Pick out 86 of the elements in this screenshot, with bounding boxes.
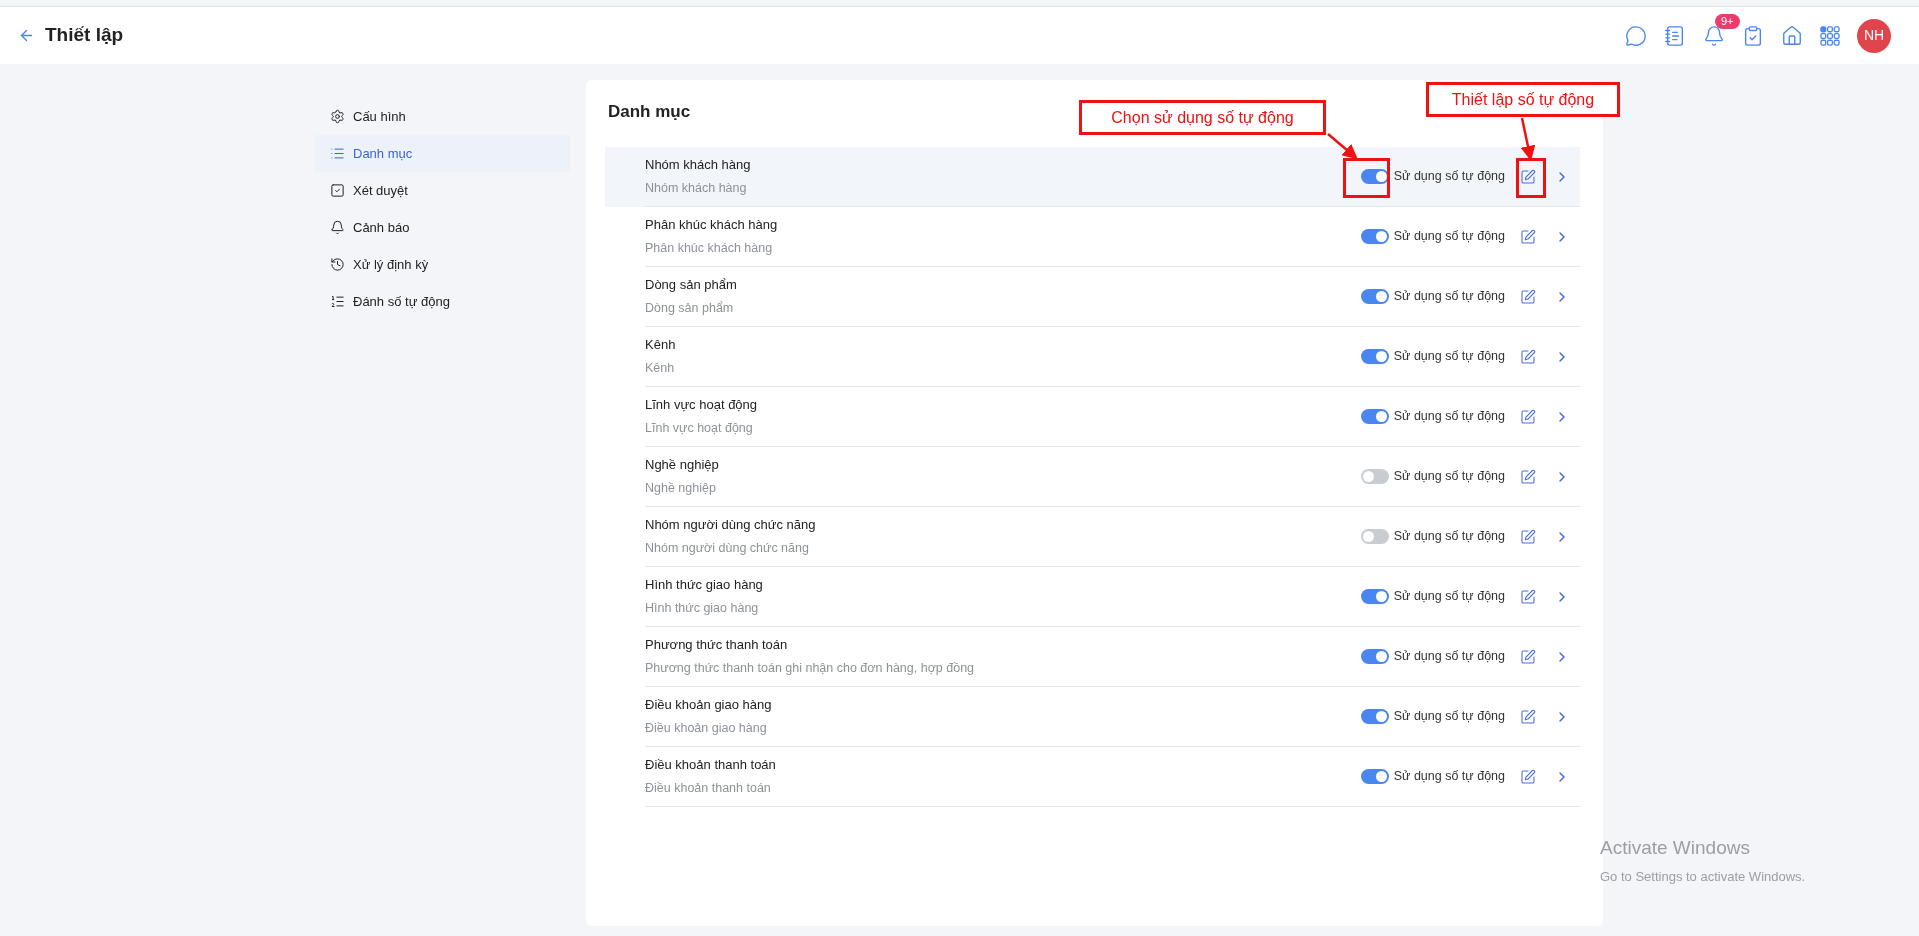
settings-icon [330, 109, 345, 124]
edit-icon[interactable] [1520, 528, 1536, 545]
row-subtitle: Kênh [645, 360, 676, 378]
toggle-label: Sử dụng số tự động [1393, 168, 1505, 186]
row-title: Điều khoản giao hàng [645, 695, 772, 714]
highlight-frame [1516, 158, 1546, 198]
notification-badge: 9+ [1715, 13, 1740, 29]
activation-title: Activate Windows [1600, 836, 1751, 860]
callout-label: Thiết lập số tự động [1426, 82, 1620, 117]
numbered-list-icon [330, 294, 345, 309]
toggle-label: Sử dụng số tự động [1393, 588, 1505, 606]
edit-icon[interactable] [1520, 588, 1536, 605]
toggle-label: Sử dụng số tự động [1393, 408, 1505, 426]
callout-arrow [1327, 133, 1358, 160]
toggle-switch[interactable] [1360, 469, 1389, 484]
edit-icon[interactable] [1520, 708, 1536, 725]
toggle-switch[interactable] [1360, 289, 1389, 304]
bell-icon [330, 220, 345, 235]
sidebar-item[interactable]: Xử lý định kỳ [315, 246, 570, 283]
toggle-switch[interactable] [1360, 409, 1389, 424]
apps-grid-icon[interactable] [1820, 25, 1840, 46]
callout-label: Chọn sử dụng số tự động [1079, 100, 1326, 135]
section-title: Danh mục [608, 101, 691, 123]
row-subtitle: Nghề nghiệp [645, 480, 717, 498]
sidebar-item[interactable]: Danh mục [315, 135, 570, 172]
row-title: Nhóm khách hàng [645, 155, 751, 174]
bell-icon[interactable] [1703, 24, 1725, 47]
edit-icon[interactable] [1520, 288, 1536, 305]
edit-icon[interactable] [1520, 768, 1536, 785]
row-title: Nhóm người dùng chức năng [645, 515, 816, 534]
row-subtitle: Phương thức thanh toán ghi nhận cho đơn hàng, hợp đồng [645, 660, 975, 678]
row-subtitle: Nhóm người dùng chức năng [645, 540, 810, 558]
toggle-switch[interactable] [1360, 229, 1389, 244]
callout-arrow [1520, 117, 1536, 161]
toggle-switch[interactable] [1360, 649, 1389, 664]
toggle-label: Sử dụng số tự động [1393, 468, 1505, 486]
history-icon [330, 257, 345, 272]
edit-icon[interactable] [1520, 168, 1536, 185]
chat-icon[interactable] [1625, 24, 1647, 47]
home-icon[interactable] [1781, 24, 1803, 47]
user-avatar[interactable]: NH [1857, 18, 1891, 53]
row-subtitle: Hình thức giao hàng [645, 600, 760, 618]
edit-icon[interactable] [1520, 348, 1536, 365]
activation-message: Go to Settings to activate Windows. [1600, 867, 1806, 886]
row-title: Phân khúc khách hàng [645, 215, 778, 234]
edit-icon[interactable] [1520, 648, 1536, 665]
notebook-icon[interactable] [1664, 24, 1686, 47]
sidebar-item[interactable]: Đánh số tự động [315, 283, 570, 320]
toggle-label: Sử dụng số tự động [1393, 288, 1505, 306]
toggle-switch[interactable] [1360, 169, 1389, 184]
row-title: Nghề nghiệp [645, 455, 719, 474]
highlight-frame [1343, 158, 1390, 198]
row-title: Điều khoản thanh toán [645, 755, 776, 774]
toggle-label: Sử dụng số tự động [1393, 528, 1505, 546]
page-title: Thiết lập [45, 23, 124, 48]
sidebar-item[interactable]: Cảnh báo [315, 209, 570, 246]
edit-icon[interactable] [1520, 228, 1536, 245]
row-subtitle: Dòng sản phẩm [645, 300, 735, 318]
toggle-label: Sử dụng số tự động [1393, 648, 1505, 666]
row-subtitle: Phân khúc khách hàng [645, 240, 774, 258]
clipboard-check-icon[interactable] [1742, 24, 1764, 47]
sidebar-item[interactable]: Cấu hình [315, 98, 570, 135]
row-title: Kênh [645, 335, 676, 354]
toggle-switch[interactable] [1360, 529, 1389, 544]
row-subtitle: Điều khoản giao hàng [645, 720, 768, 738]
edit-icon[interactable] [1520, 408, 1536, 425]
row-subtitle: Nhóm khách hàng [645, 180, 748, 198]
checkbox-icon [330, 183, 345, 198]
sidebar-item[interactable]: Xét duyệt [315, 172, 570, 209]
row-title: Phương thức thanh toán [645, 635, 789, 654]
row-title: Dòng sản phẩm [645, 275, 737, 294]
toggle-label: Sử dụng số tự động [1393, 348, 1505, 366]
row-subtitle: Điều khoản thanh toán [645, 780, 772, 798]
row-title: Hình thức giao hàng [645, 575, 763, 594]
toggle-switch[interactable] [1360, 709, 1389, 724]
row-title: Lĩnh vực hoạt động [645, 395, 758, 414]
toggle-label: Sử dụng số tự động [1393, 708, 1505, 726]
toggle-switch[interactable] [1360, 589, 1389, 604]
toggle-label: Sử dụng số tự động [1393, 228, 1505, 246]
list-icon [330, 146, 345, 161]
toggle-label: Sử dụng số tự động [1393, 768, 1505, 786]
toggle-switch[interactable] [1360, 349, 1389, 364]
row-subtitle: Lĩnh vực hoạt động [645, 420, 754, 438]
category-row[interactable]: Nhóm khách hàng Nhóm khách hàng Sử dụng số tự động [605, 147, 1580, 207]
toggle-switch[interactable] [1360, 769, 1389, 784]
edit-icon[interactable] [1520, 468, 1536, 485]
